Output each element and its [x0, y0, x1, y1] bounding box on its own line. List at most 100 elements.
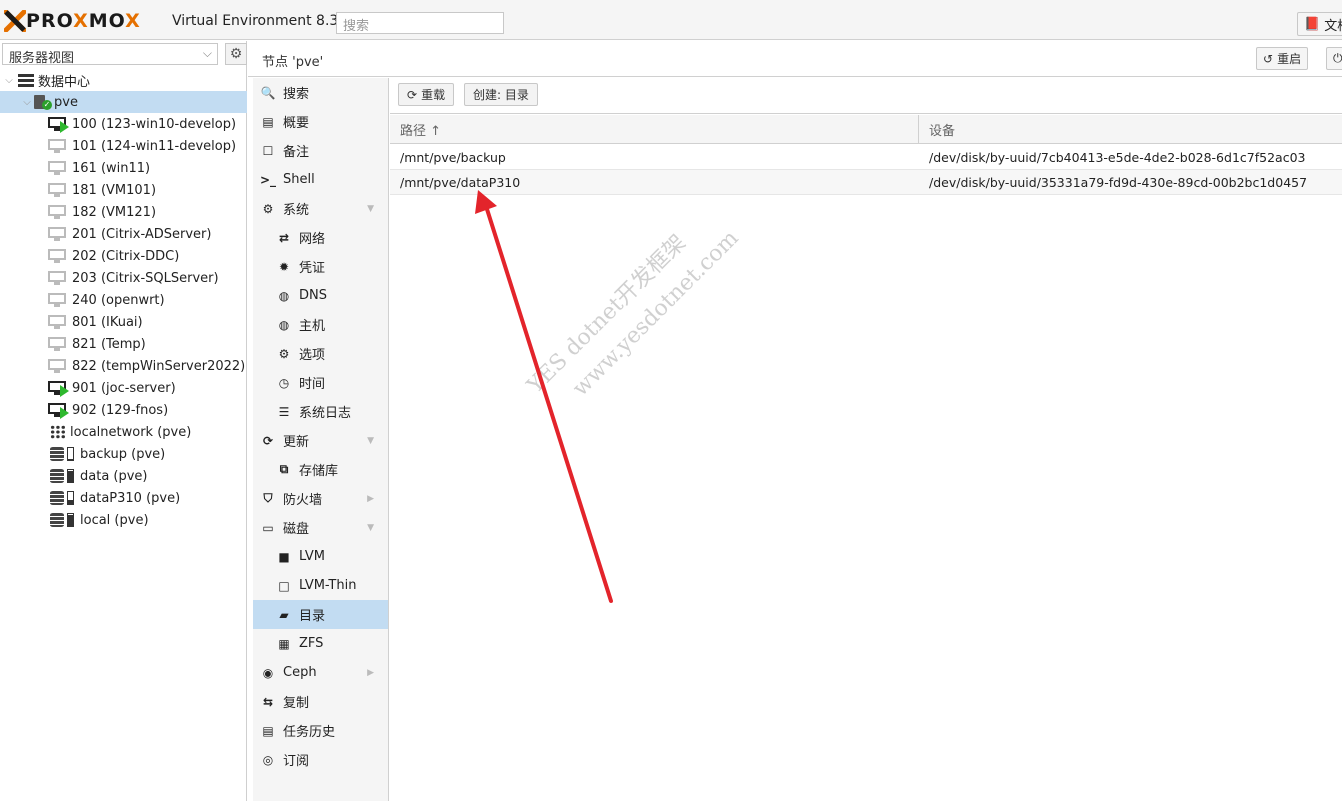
certificate-icon: ✹ — [278, 259, 290, 274]
nav-item[interactable]: ◍ 主机 — [253, 310, 388, 339]
shutdown-button[interactable]: ⏻ — [1326, 47, 1342, 70]
tree-item-label: 181 (VM101) — [72, 182, 157, 198]
directory-panel: ⟳ 重载 创建: 目录 路径 ↑ 设备 /mnt/pve/backup /dev… — [390, 78, 1342, 801]
tree-item[interactable]: 201 (Citrix-ADServer) — [0, 223, 247, 245]
terminal-icon: >_ — [259, 172, 277, 187]
tree-item[interactable]: 100 (123-win10-develop) — [0, 113, 247, 135]
nav-item[interactable]: ◉ Ceph ▶ — [253, 658, 388, 687]
table-row[interactable]: /mnt/pve/dataP310 /dev/disk/by-uuid/3533… — [390, 170, 1342, 195]
tree-item[interactable]: 801 (IKuai) — [0, 311, 247, 333]
tree-item[interactable]: 821 (Temp) — [0, 333, 247, 355]
nav-item[interactable]: ⚙ 选项 — [253, 339, 388, 368]
table-row[interactable]: /mnt/pve/backup /dev/disk/by-uuid/7cb404… — [390, 145, 1342, 170]
nav-item[interactable]: ⚙ 系统 ▼ — [253, 194, 388, 223]
tree-item-label: 240 (openwrt) — [72, 292, 165, 308]
nav-item[interactable]: ⇆ 复制 — [253, 687, 388, 716]
node-nav-menu: 🔍 搜索 ▤ 概要 ☐ 备注 >_ Shell ⚙ 系统 ▼ ⇄ 网络 ✹ 凭证 ◍ DNS ◍ 主机 ⚙ 选项 ◷ 时间 ☰… — [253, 78, 389, 801]
nav-item-label: 更新 — [283, 435, 310, 450]
globe-icon: ◍ — [278, 288, 290, 303]
nav-item[interactable]: ⧉ 存储库 — [253, 455, 388, 484]
square-outline-icon: □ — [278, 578, 290, 593]
column-header-path[interactable]: 路径 ↑ — [390, 115, 919, 144]
chevron-down-icon[interactable]: ▼ — [367, 204, 374, 214]
reboot-button[interactable]: ↺ 重启 — [1256, 47, 1309, 70]
nav-item[interactable]: >_ Shell — [253, 165, 388, 194]
chevron-right-icon[interactable]: ▶ — [367, 668, 374, 678]
tree-item[interactable]: ⌵ ✓ pve — [0, 91, 247, 113]
list-icon: ☰ — [278, 404, 290, 419]
node-online-icon: ✓ — [34, 94, 52, 110]
tree-item[interactable]: ⌵ 数据中心 — [0, 69, 247, 91]
nav-item-label: 搜索 — [283, 87, 310, 102]
refresh-icon: ⟳ — [407, 87, 418, 102]
chevron-down-icon[interactable]: ▼ — [367, 523, 374, 533]
nav-item-label: 防火墙 — [283, 493, 323, 508]
shield-icon: ⛉ — [263, 491, 273, 505]
nav-item[interactable]: ▦ ZFS — [253, 629, 388, 658]
tree-item-label: 902 (129-fnos) — [72, 402, 169, 418]
nav-item[interactable]: ✹ 凭证 — [253, 252, 388, 281]
nav-item-label: 概要 — [283, 116, 310, 131]
gear-icon[interactable]: ⚙ — [225, 43, 247, 65]
tree-item[interactable]: 203 (Citrix-SQLServer) — [0, 267, 247, 289]
tree-item-label: backup (pve) — [80, 446, 166, 462]
reload-button[interactable]: ⟳ 重载 — [398, 83, 455, 106]
nav-item-label: DNS — [299, 288, 327, 303]
view-select[interactable]: 服务器视图 ⌵ — [2, 43, 218, 66]
nav-item[interactable]: ◍ DNS — [253, 281, 388, 310]
nav-item[interactable]: 🔍 搜索 — [253, 78, 388, 107]
vm-stopped-icon — [48, 314, 68, 330]
nav-item[interactable]: ⇄ 网络 — [253, 223, 388, 252]
path-cell: /mnt/pve/dataP310 — [400, 175, 521, 190]
tree-item[interactable]: dataP310 (pve) — [0, 487, 247, 509]
create-directory-button[interactable]: 创建: 目录 — [464, 83, 538, 106]
chevron-down-icon[interactable]: ▼ — [367, 436, 374, 446]
globe-icon: ◍ — [278, 317, 290, 332]
nav-item-label: 时间 — [299, 377, 326, 392]
tree-item[interactable]: 181 (VM101) — [0, 179, 247, 201]
nav-item[interactable]: ◷ 时间 — [253, 368, 388, 397]
tree-item[interactable]: 182 (VM121) — [0, 201, 247, 223]
tree-item[interactable]: backup (pve) — [0, 443, 247, 465]
retweet-icon: ⇆ — [262, 694, 274, 709]
nav-item[interactable]: ⛉ 防火墙 ▶ — [253, 484, 388, 513]
tree-item[interactable]: 902 (129-fnos) — [0, 399, 247, 421]
nav-item[interactable]: ▤ 概要 — [253, 107, 388, 136]
tree-item[interactable]: 161 (win11) — [0, 157, 247, 179]
expander-icon[interactable]: ⌵ — [4, 75, 14, 86]
tree-item-label: 161 (win11) — [72, 160, 151, 176]
proxmox-logo[interactable]: PROXMOX — [4, 9, 141, 33]
tree-item[interactable]: 822 (tempWinServer2022) — [0, 355, 247, 377]
tree-item[interactable]: 202 (Citrix-DDC) — [0, 245, 247, 267]
resource-tree-panel: 服务器视图 ⌵ ⚙ ⌵ 数据中心 ⌵ ✓ pve 100 (123-win10-devel… — [0, 41, 247, 801]
documentation-button[interactable]: 📕 文档 — [1297, 12, 1342, 36]
device-cell: /dev/disk/by-uuid/7cb40413-e5de-4de2-b02… — [929, 150, 1306, 165]
search-input[interactable]: 搜索 — [336, 12, 504, 34]
nav-item-label: 存储库 — [299, 464, 339, 479]
chevron-right-icon[interactable]: ▶ — [367, 494, 374, 504]
nav-item[interactable]: □ LVM-Thin — [253, 571, 388, 600]
nav-item[interactable]: ◎ 订阅 — [253, 745, 388, 774]
nav-item[interactable]: ⟳ 更新 ▼ — [253, 426, 388, 455]
nav-item[interactable]: ■ LVM — [253, 542, 388, 571]
nav-item[interactable]: ▤ 任务历史 — [253, 716, 388, 745]
nav-item[interactable]: ☐ 备注 — [253, 136, 388, 165]
top-header: PROXMOX Virtual Environment 8.3.0 搜索 📕 文… — [0, 0, 1342, 40]
undo-icon: ↺ — [1263, 51, 1274, 66]
ceph-icon: ◉ — [262, 665, 274, 680]
tree-item[interactable]: data (pve) — [0, 465, 247, 487]
vm-stopped-icon — [48, 270, 68, 286]
nav-item[interactable]: ☰ 系统日志 — [253, 397, 388, 426]
column-header-device[interactable]: 设备 — [919, 115, 1342, 144]
tree-item[interactable]: 240 (openwrt) — [0, 289, 247, 311]
nav-item[interactable]: ▰ 目录 — [253, 600, 388, 629]
tree-item[interactable]: 901 (joc-server) — [0, 377, 247, 399]
nav-item[interactable]: ▭ 磁盘 ▼ — [253, 513, 388, 542]
expander-icon[interactable]: ⌵ — [22, 97, 32, 108]
gear-icon: ⚙ — [278, 346, 290, 361]
nav-item-label: LVM — [299, 549, 325, 564]
tree-item[interactable]: localnetwork (pve) — [0, 421, 247, 443]
tree-item[interactable]: 101 (124-win11-develop) — [0, 135, 247, 157]
tree-item[interactable]: local (pve) — [0, 509, 247, 531]
tree-item-label: 201 (Citrix-ADServer) — [72, 226, 212, 242]
